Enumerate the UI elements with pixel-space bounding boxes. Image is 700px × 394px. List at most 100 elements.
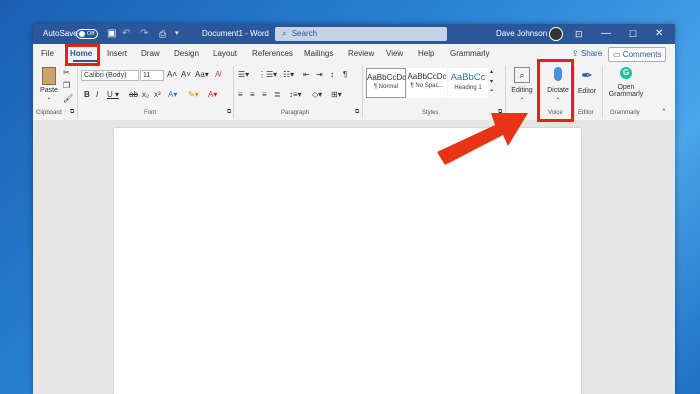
sort-icon[interactable]: ↕ [330,70,334,79]
clear-format-icon[interactable]: A̸ [215,70,220,79]
subscript-icon[interactable]: x₂ [142,90,149,99]
grow-font-icon[interactable]: A˄ [167,70,177,79]
document-page[interactable] [114,128,581,394]
search-icon: ⌕ [282,29,287,38]
styles-more-icon[interactable]: ⩡ [490,88,493,95]
style-name: ¶ No Spac... [410,83,444,89]
document-title: Document1 - Word [202,29,269,38]
tab-file[interactable]: File [41,44,54,64]
share-button[interactable]: ⇪ Share [572,44,602,64]
tab-review[interactable]: Review [348,44,374,64]
share-label: Share [580,49,603,58]
toggle-knob [79,31,85,37]
font-size-field[interactable]: 11 [140,70,164,81]
shrink-font-icon[interactable]: A˅ [181,70,191,79]
tab-draw[interactable]: Draw [141,44,160,64]
justify-icon[interactable]: ≣ [274,90,281,99]
tab-help[interactable]: Help [418,44,434,64]
tab-references[interactable]: References [252,44,293,64]
ribbon-display-icon[interactable]: ⊡ [575,24,583,44]
paste-label: Paste [40,87,58,94]
group-styles: Styles [422,110,439,116]
redo-icon[interactable]: ↷ [140,24,148,44]
collapse-ribbon-icon[interactable]: ⌃ [661,108,667,116]
save-icon[interactable]: ▣ [107,24,116,44]
group-grammarly: Grammarly [610,110,640,116]
open-grammarly-button[interactable]: G Open Grammarly [605,67,647,98]
divider [362,66,363,118]
editing-label: Editing [511,87,533,94]
autosave-toggle[interactable]: Off [76,29,98,39]
style-preview: AaBbCc [450,72,486,83]
search-box[interactable]: ⌕ Search [275,27,447,41]
font-name-field[interactable]: Calibri (Body) [81,70,139,81]
style-preview: AaBbCcDc [407,72,447,81]
avatar[interactable] [549,27,563,41]
italic-icon[interactable]: I [96,90,98,99]
bullets-icon[interactable]: ☰▾ [238,70,249,79]
superscript-icon[interactable]: x² [154,90,161,99]
text-effects-icon[interactable]: A▾ [168,90,177,99]
tab-insert[interactable]: Insert [107,44,127,64]
font-size-value: 11 [143,72,151,79]
underline-icon[interactable]: U ▾ [107,90,119,99]
paste-button[interactable]: Paste ⌄ [37,67,61,101]
undo-icon[interactable]: ↶ [122,24,130,44]
customize-toolbar-icon[interactable]: ▾ [175,24,179,44]
strikethrough-icon[interactable]: ab [129,90,138,99]
launcher-icon[interactable]: ⧉ [498,109,502,116]
editing-button[interactable]: ⌕ Editing ⌄ [507,67,537,101]
style-name: ¶ Normal [373,84,399,90]
maximize-icon[interactable]: ☐ [629,24,637,44]
autosave-label: AutoSave [43,29,78,38]
close-icon[interactable]: ✕ [655,24,663,44]
search-placeholder: Search [291,29,318,38]
styles-scroll-down-icon[interactable]: ▾ [490,78,493,85]
change-case-icon[interactable]: Aa▾ [195,70,209,79]
decrease-indent-icon[interactable]: ⇤ [303,70,310,79]
style-heading-1[interactable]: AaBbCc Heading 1 [448,68,488,98]
tab-design[interactable]: Design [174,44,199,64]
editor-label: Editor [577,88,597,95]
tab-layout[interactable]: Layout [213,44,237,64]
styles-scroll-up-icon[interactable]: ▴ [490,68,493,75]
editor-button[interactable]: ✒ Editor [576,67,598,95]
ribbon-tabs: File Home Insert Draw Design Layout Refe… [33,44,675,64]
chevron-down-icon: ⌄ [519,95,525,101]
minimize-icon[interactable]: — [601,24,611,44]
increase-indent-icon[interactable]: ⇥ [316,70,323,79]
user-name[interactable]: Dave Johnson [496,24,547,44]
format-painter-icon[interactable]: 🖌 [63,94,73,103]
group-font: Font [144,110,157,116]
multilevel-list-icon[interactable]: ☷▾ [283,70,294,79]
dictate-highlight [537,59,574,122]
tab-view[interactable]: View [386,44,403,64]
line-spacing-icon[interactable]: ↕≡▾ [289,90,302,99]
comments-button[interactable]: ▭ Comments [608,47,667,62]
launcher-icon[interactable]: ⧉ [355,109,359,116]
highlight-icon[interactable]: ✎▾ [188,90,199,99]
borders-icon[interactable]: ⊞▾ [331,90,342,99]
quick-access-icon[interactable]: ⎙ [159,24,166,44]
tab-grammarly[interactable]: Grammarly [450,44,490,64]
home-tab-highlight [65,44,100,66]
launcher-icon[interactable]: ⧉ [70,109,74,116]
cut-icon[interactable]: ✂ [63,68,70,77]
tab-mailings[interactable]: Mailings [304,44,333,64]
style-normal[interactable]: AaBbCcDc ¶ Normal [366,68,406,98]
launcher-icon[interactable]: ⧉ [227,109,231,116]
font-color-icon[interactable]: A▾ [208,90,217,99]
numbering-icon[interactable]: ⋮☰▾ [258,70,277,79]
open-grammarly-label-2: Grammarly [608,91,644,98]
paragraph-mark-icon[interactable]: ¶ [343,70,347,79]
style-no-spacing[interactable]: AaBbCcDc ¶ No Spac... [407,68,447,98]
align-center-icon[interactable]: ≡ [250,90,255,99]
font-name-value: Calibri (Body) [84,72,127,79]
align-left-icon[interactable]: ≡ [238,90,243,99]
document-area [33,120,675,394]
copy-icon[interactable]: ❐ [63,81,70,90]
bold-icon[interactable]: B [84,90,90,99]
align-right-icon[interactable]: ≡ [262,90,267,99]
shading-icon[interactable]: ◇▾ [312,90,322,99]
title-bar: AutoSave Off ▣ ↶ ↷ ⎙ ▾ Document1 - Word … [33,24,675,44]
